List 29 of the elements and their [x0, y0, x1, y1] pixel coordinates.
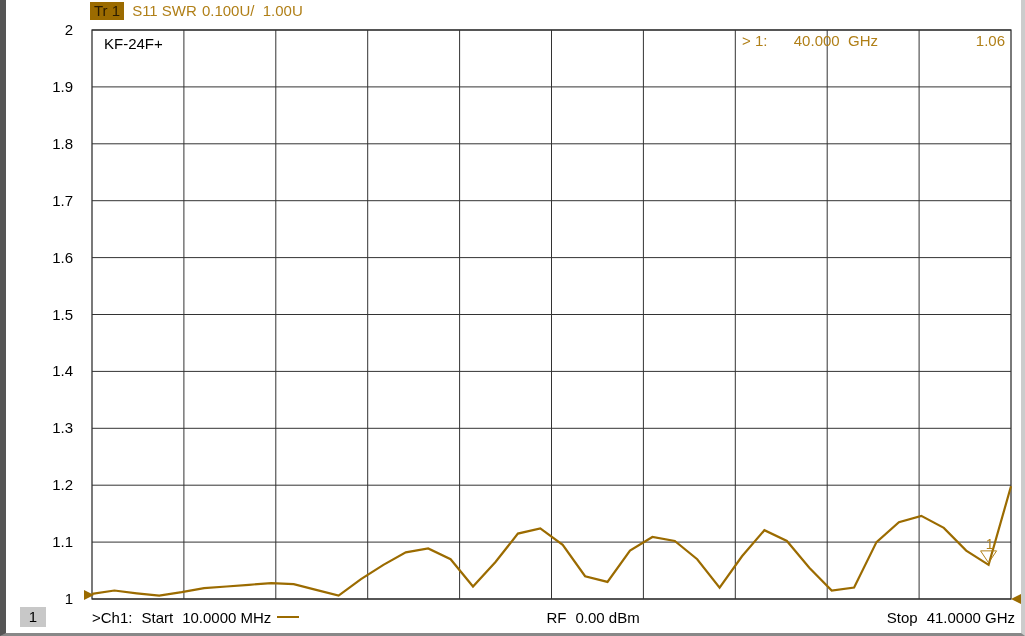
y-tick-label: 1.2	[52, 476, 73, 494]
power-value: 0.00 dBm	[575, 608, 640, 626]
y-tick-label: 1.7	[52, 191, 73, 209]
stop-label: Stop	[886, 608, 918, 626]
marker-triangle-icon	[980, 550, 998, 564]
y-tick-label: 1	[64, 590, 73, 604]
start-label: Start	[141, 608, 174, 626]
trace-label: S11 SWR	[132, 2, 197, 20]
y-tick-label: 1.4	[52, 362, 73, 380]
trace-scale: 0.100U/ 1.00U	[201, 2, 303, 20]
channel-button[interactable]: 1	[20, 607, 46, 627]
chart-title: KF-24F+	[104, 35, 163, 52]
y-tick-label: 1.5	[52, 305, 73, 323]
stop-value: 41.0000 GHz	[926, 608, 1015, 626]
channel-label: >Ch1:	[92, 608, 133, 626]
y-tick-label: 2	[64, 21, 73, 38]
power-label: RF	[546, 608, 567, 626]
marker-value: 1.06	[975, 32, 1005, 49]
y-tick-label: 1.8	[52, 134, 73, 152]
y-tick-label: 1.6	[52, 248, 73, 266]
reference-arrow-icon	[1011, 594, 1021, 604]
reference-arrow-icon	[84, 590, 94, 600]
trace-badge[interactable]: Tr 1	[90, 2, 125, 20]
y-tick-label: 1.1	[52, 533, 73, 551]
start-value: 10.0000 MHz	[182, 608, 272, 626]
marker-number: 1	[985, 535, 994, 552]
y-tick-label: 1.3	[52, 419, 73, 437]
marker-label: > 1:	[742, 32, 768, 49]
y-tick-label: 1.9	[52, 77, 73, 95]
